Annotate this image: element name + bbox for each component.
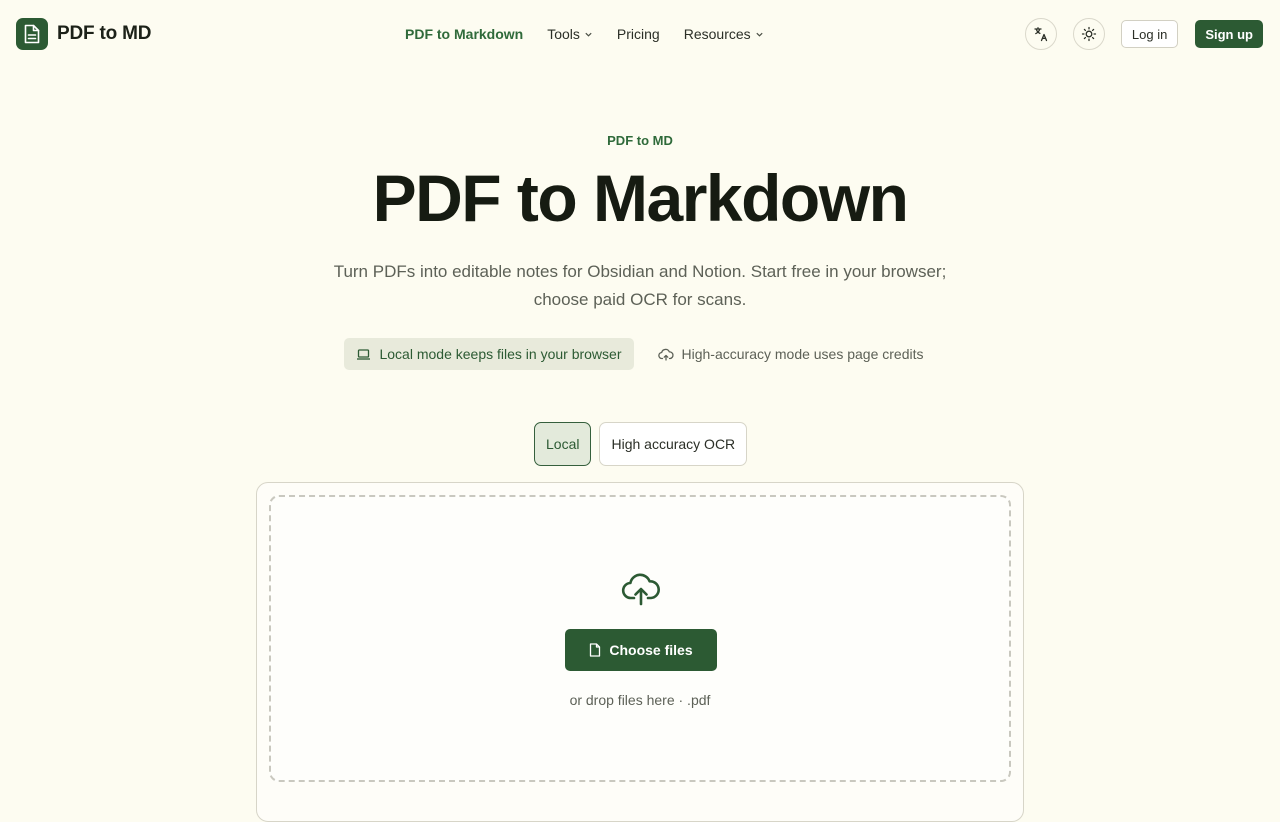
main-nav: PDF to Markdown Tools Pricing Resources bbox=[405, 22, 764, 46]
login-button[interactable]: Log in bbox=[1120, 20, 1179, 48]
mode-ocr-button[interactable]: High accuracy OCR bbox=[599, 422, 748, 466]
nav-item-label: Pricing bbox=[616, 26, 660, 42]
hero-subtitle: Turn PDFs into editable notes for Obsidi… bbox=[333, 262, 947, 309]
theme-toggle-button[interactable] bbox=[1072, 18, 1105, 50]
mode-toggle: Local High accuracy OCR bbox=[534, 422, 748, 466]
sun-icon bbox=[1081, 26, 1097, 42]
chevron-down-icon bbox=[756, 32, 763, 37]
local-mode-badge: Local mode keeps files in your browser bbox=[344, 338, 634, 370]
nav-item-label: PDF to Markdown bbox=[405, 26, 524, 42]
choose-files-button[interactable]: Choose files bbox=[565, 629, 717, 671]
cloud-upload-icon bbox=[621, 573, 660, 606]
translate-icon bbox=[1034, 27, 1048, 42]
nav-item-pdf-to-markdown[interactable]: PDF to Markdown bbox=[405, 26, 523, 42]
file-icon bbox=[590, 643, 601, 657]
nav-item-pricing[interactable]: Pricing bbox=[617, 26, 660, 42]
brand-link[interactable]: PDF to MD bbox=[16, 18, 151, 50]
laptop-icon bbox=[357, 348, 371, 360]
nav-item-label: Resources bbox=[683, 26, 751, 42]
nav-item-resources[interactable]: Resources bbox=[684, 26, 764, 42]
mode-badges: Local mode keeps files in your browser H… bbox=[0, 338, 1280, 370]
signup-button[interactable]: Sign up bbox=[1195, 20, 1263, 48]
drop-hint: or drop files here · .pdf bbox=[569, 692, 711, 708]
site-header: PDF to MD PDF to Markdown Tools Pricing … bbox=[0, 0, 1280, 68]
local-mode-badge-label: Local mode keeps files in your browser bbox=[379, 346, 622, 362]
nav-item-label: Tools bbox=[547, 26, 580, 42]
cloud-mode-badge: High-accuracy mode uses page credits bbox=[646, 338, 936, 370]
hero-eyebrow: PDF to MD bbox=[607, 133, 673, 148]
language-button[interactable] bbox=[1024, 18, 1057, 50]
mode-local-button[interactable]: Local bbox=[534, 422, 592, 466]
document-icon bbox=[16, 18, 48, 50]
file-dropzone[interactable]: Choose files or drop files here · .pdf bbox=[269, 495, 1011, 782]
cloud-icon bbox=[657, 348, 674, 361]
choose-files-label: Choose files bbox=[609, 642, 693, 658]
upload-card: Choose files or drop files here · .pdf bbox=[256, 482, 1024, 822]
page-title: PDF to Markdown bbox=[372, 161, 909, 235]
brand-name: PDF to MD bbox=[57, 23, 152, 44]
chevron-down-icon bbox=[585, 32, 592, 37]
cloud-mode-badge-label: High-accuracy mode uses page credits bbox=[681, 346, 924, 362]
nav-item-tools[interactable]: Tools bbox=[547, 26, 593, 42]
header-actions: Log in Sign up bbox=[1024, 18, 1263, 50]
